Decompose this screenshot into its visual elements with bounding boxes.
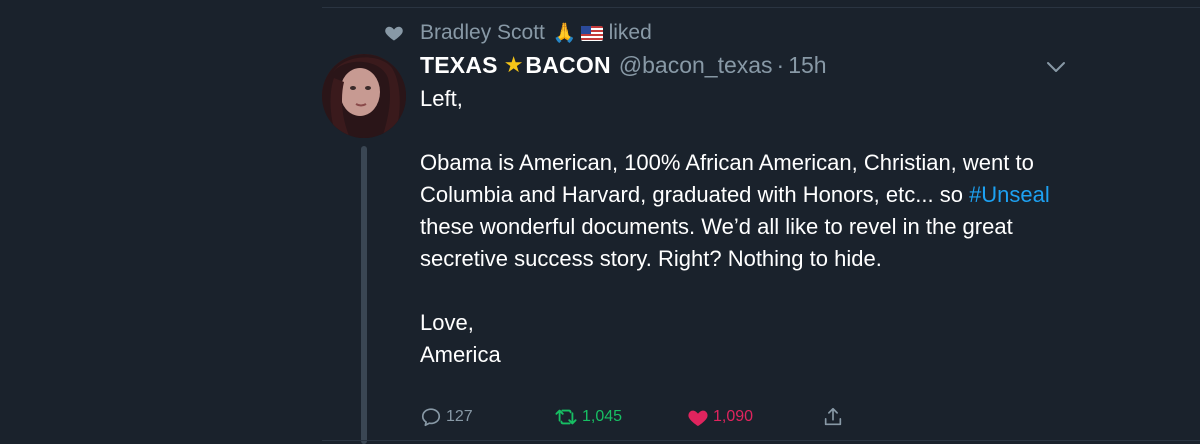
share-button[interactable] bbox=[822, 402, 844, 432]
tweet-paragraph: Obama is American, 100% African American… bbox=[420, 147, 1060, 275]
us-flag-icon bbox=[580, 25, 603, 41]
separator-dot: · bbox=[776, 51, 785, 78]
reply-button[interactable]: 127 bbox=[420, 402, 473, 432]
social-context: Bradley Scott 🙏 liked bbox=[384, 19, 652, 47]
hashtag-link[interactable]: #Unseal bbox=[969, 182, 1050, 207]
retweet-icon bbox=[554, 406, 578, 428]
display-name-part-1[interactable]: TEXAS bbox=[420, 52, 498, 79]
like-count: 1,090 bbox=[713, 408, 754, 425]
top-divider bbox=[322, 7, 1200, 8]
star-icon: ★ bbox=[503, 52, 524, 77]
praying-hands-icon: 🙏 bbox=[552, 23, 577, 44]
reply-count: 127 bbox=[446, 408, 473, 425]
avatar[interactable] bbox=[322, 54, 406, 138]
tweet-signoff-line-1: Love, bbox=[420, 310, 474, 335]
display-name-part-2[interactable]: BACON bbox=[525, 52, 610, 79]
tweet-header: TEXAS ★ BACON @bacon_texas · 15h bbox=[420, 50, 827, 80]
retweet-button[interactable]: 1,045 bbox=[554, 402, 622, 432]
tweet-greeting: Left, bbox=[420, 86, 463, 111]
social-action-label: liked bbox=[608, 21, 652, 44]
liker-name[interactable]: Bradley Scott bbox=[420, 21, 545, 45]
reply-icon bbox=[420, 406, 442, 428]
share-icon bbox=[822, 406, 844, 428]
thread-line bbox=[361, 146, 367, 444]
user-handle[interactable]: @bacon_texas bbox=[619, 52, 773, 79]
bottom-divider bbox=[322, 440, 1200, 441]
like-button[interactable]: 1,090 bbox=[687, 402, 753, 432]
paragraph-text-end: these wonderful documents. We’d all like… bbox=[420, 214, 1013, 271]
paragraph-text-start: Obama is American, 100% African American… bbox=[420, 150, 1034, 207]
retweet-count: 1,045 bbox=[582, 408, 623, 425]
like-icon bbox=[687, 407, 709, 427]
chevron-down-icon[interactable] bbox=[1044, 58, 1068, 76]
tweet-signoff-line-2: America bbox=[420, 342, 501, 367]
timestamp[interactable]: 15h bbox=[788, 52, 826, 79]
tweet-text: Left, Obama is American, 100% African Am… bbox=[420, 83, 1060, 371]
tweet-card: Bradley Scott 🙏 liked TEXAS ★ BACON @bac… bbox=[0, 0, 1200, 444]
heart-icon bbox=[384, 23, 404, 43]
